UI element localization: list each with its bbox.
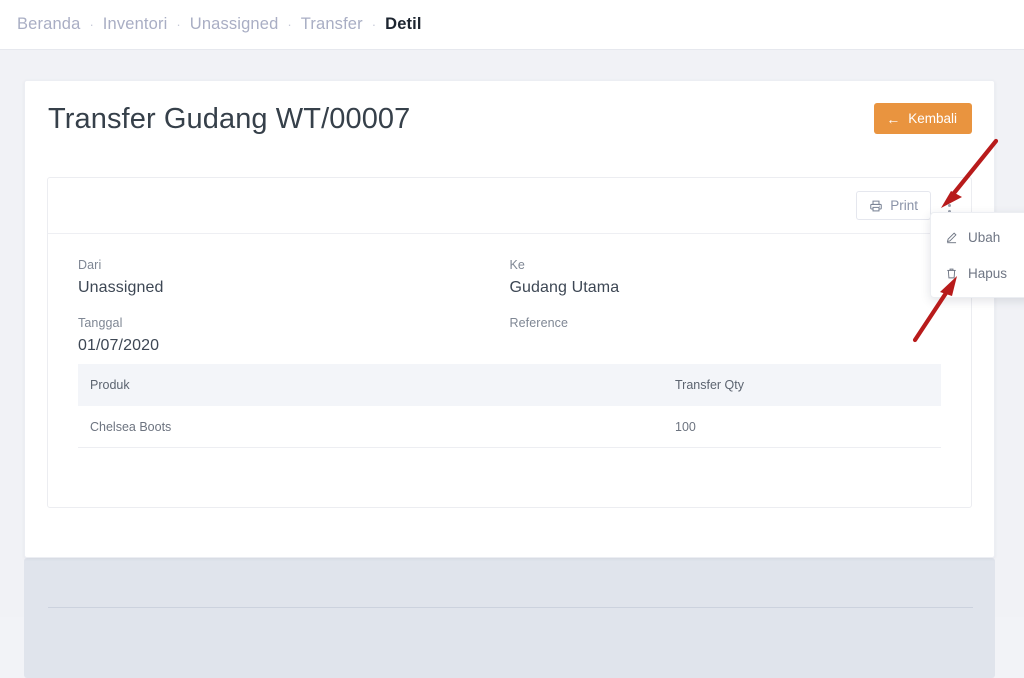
back-button-label: Kembali bbox=[908, 111, 957, 126]
detail-fields: Dari Unassigned Ke Gudang Utama Tanggal … bbox=[48, 234, 971, 374]
field-row-location: Dari Unassigned Ke Gudang Utama bbox=[78, 258, 941, 298]
column-header-produk: Produk bbox=[90, 378, 130, 392]
field-value: Unassigned bbox=[78, 279, 164, 296]
breadcrumb-item-unassigned[interactable]: Unassigned bbox=[187, 15, 282, 34]
detail-panel: Print Dari Unassigned Ke Gudang Utama Ta… bbox=[47, 177, 972, 508]
field-dari: Dari Unassigned bbox=[78, 258, 510, 298]
kebab-dot bbox=[947, 198, 951, 201]
menu-item-ubah[interactable]: Ubah bbox=[931, 219, 1024, 255]
field-tanggal: Tanggal 01/07/2020 bbox=[78, 316, 510, 356]
breadcrumb-item-beranda[interactable]: Beranda bbox=[14, 15, 83, 34]
column-header-transfer-qty: Transfer Qty bbox=[675, 378, 744, 392]
field-ke: Ke Gudang Utama bbox=[510, 258, 942, 298]
field-label: Tanggal bbox=[78, 316, 123, 330]
page-content: Transfer Gudang WT/00007 ← Kembali Print bbox=[0, 50, 1024, 678]
breadcrumb-separator: · bbox=[89, 17, 94, 32]
trash-icon bbox=[947, 268, 956, 278]
field-row-meta: Tanggal 01/07/2020 Reference bbox=[78, 316, 941, 356]
menu-item-label: Hapus bbox=[968, 265, 1008, 281]
kebab-dot bbox=[947, 204, 951, 207]
print-button[interactable]: Print bbox=[856, 191, 931, 220]
breadcrumb-bar: Beranda · Inventori · Unassigned · Trans… bbox=[0, 0, 1024, 50]
field-label: Dari bbox=[78, 258, 102, 272]
back-button[interactable]: ← Kembali bbox=[874, 103, 972, 134]
table-header-row: Produk Transfer Qty bbox=[78, 364, 941, 406]
breadcrumb-item-detil: Detil bbox=[385, 15, 422, 33]
printer-icon bbox=[870, 200, 883, 211]
cell-produk: Chelsea Boots bbox=[90, 419, 172, 434]
field-value bbox=[510, 337, 942, 356]
table-row: Chelsea Boots 100 bbox=[78, 406, 941, 448]
products-table: Produk Transfer Qty Chelsea Boots 100 bbox=[78, 364, 941, 448]
field-label: Ke bbox=[509, 258, 525, 272]
page-title: Transfer Gudang WT/00007 bbox=[48, 103, 411, 135]
transfer-detail-card: Transfer Gudang WT/00007 ← Kembali Print bbox=[24, 80, 995, 558]
field-label: Reference bbox=[509, 316, 569, 330]
cell-transfer-qty: 100 bbox=[675, 419, 696, 434]
pencil-icon bbox=[946, 231, 957, 243]
context-dropdown-menu: Ubah Hapus bbox=[930, 212, 1024, 298]
breadcrumb-separator: · bbox=[371, 17, 377, 32]
breadcrumb-item-inventori[interactable]: Inventori bbox=[100, 15, 171, 34]
secondary-card bbox=[24, 558, 995, 678]
menu-item-hapus[interactable]: Hapus bbox=[931, 255, 1024, 291]
print-button-label: Print bbox=[890, 198, 918, 213]
field-value: 01/07/2020 bbox=[78, 337, 160, 354]
field-reference: Reference bbox=[510, 316, 942, 356]
divider bbox=[48, 607, 973, 608]
arrow-left-icon: ← bbox=[886, 110, 901, 127]
field-value: Gudang Utama bbox=[509, 279, 620, 296]
breadcrumb-separator: · bbox=[287, 17, 292, 32]
breadcrumb-item-transfer[interactable]: Transfer bbox=[298, 15, 366, 34]
menu-item-label: Ubah bbox=[968, 229, 1001, 245]
breadcrumb-separator: · bbox=[176, 17, 181, 32]
panel-toolbar: Print bbox=[48, 178, 971, 234]
